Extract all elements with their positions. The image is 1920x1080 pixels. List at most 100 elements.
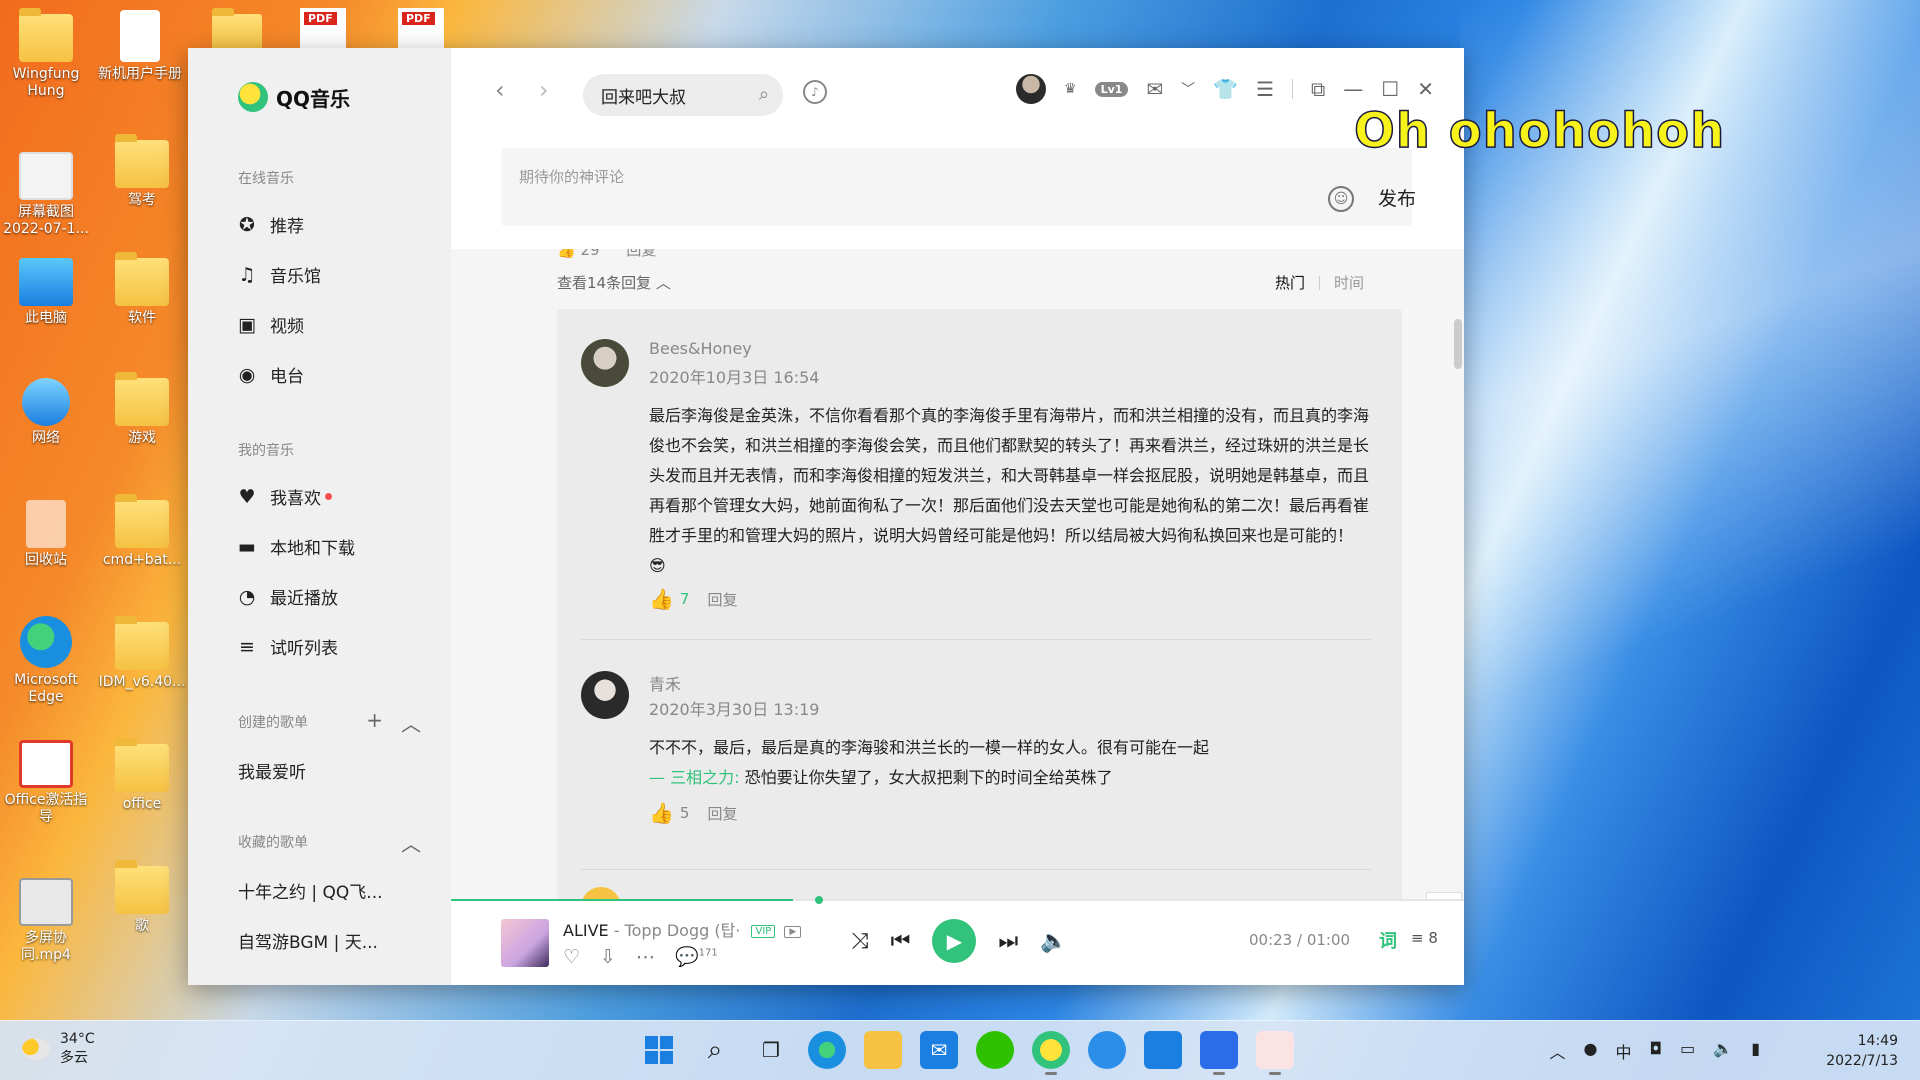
- search-input[interactable]: 回来吧大叔 ⌕: [583, 74, 783, 116]
- desktop-icon-songs[interactable]: 歌: [98, 860, 186, 935]
- clock[interactable]: 14:49 2022/7/13: [1826, 1031, 1898, 1071]
- pdf-file-icon[interactable]: PDF: [398, 8, 444, 50]
- download-icon[interactable]: ⇩: [600, 946, 616, 968]
- weather-widget[interactable]: 34°C 多云: [22, 1031, 95, 1067]
- desktop-icon-recycle[interactable]: 回收站: [2, 500, 90, 569]
- sidebar-item-recent[interactable]: ◔ 最近播放: [236, 584, 338, 610]
- wechat-icon[interactable]: [976, 1031, 1014, 1069]
- reply-username[interactable]: 青禾: [649, 671, 681, 695]
- desktop-icon-idm[interactable]: IDM_v6.40...: [98, 616, 186, 691]
- back-to-top-button[interactable]: ︿: [1426, 892, 1462, 899]
- sidebar-item-music-hall[interactable]: ♫ 音乐馆: [236, 262, 321, 288]
- search-icon[interactable]: ⌕: [696, 1031, 734, 1069]
- comment-icon[interactable]: 💬171: [675, 945, 718, 968]
- avatar[interactable]: [581, 671, 629, 719]
- mail-icon[interactable]: ✉: [920, 1031, 958, 1069]
- skin-shirt-icon[interactable]: 👕: [1213, 77, 1238, 101]
- more-icon[interactable]: ⋯: [636, 946, 655, 968]
- qq-music-icon[interactable]: [1032, 1031, 1070, 1075]
- desktop-icon-office-guide[interactable]: Office激活指导: [2, 740, 90, 826]
- progress-thumb[interactable]: [815, 896, 824, 904]
- search-icon[interactable]: ⌕: [759, 84, 769, 105]
- mail-icon[interactable]: ✉: [1146, 77, 1163, 101]
- desktop-icon-manual[interactable]: 新机用户手册: [96, 10, 184, 83]
- battery-icon[interactable]: ▮: [1751, 1039, 1760, 1063]
- app-store-icon[interactable]: [1144, 1031, 1182, 1069]
- app-logo[interactable]: QQ音乐: [238, 82, 350, 112]
- collapse-icon[interactable]: ︿: [401, 828, 421, 857]
- folder-icon[interactable]: [212, 8, 262, 50]
- shuffle-icon[interactable]: ⤨: [851, 929, 869, 954]
- lyrics-button[interactable]: 词: [1379, 927, 1397, 953]
- volume-icon[interactable]: 🔈: [1040, 929, 1067, 954]
- heart-icon[interactable]: ♡: [563, 946, 580, 968]
- tab-hot[interactable]: 热门: [1275, 272, 1305, 293]
- like-button[interactable]: 👍 5: [649, 801, 689, 825]
- desktop-icon-software[interactable]: 软件: [98, 252, 186, 327]
- reply-link[interactable]: 回复: [707, 803, 737, 824]
- sidebar-item-video[interactable]: ▣ 视频: [236, 312, 304, 338]
- desktop-icon-jiakao[interactable]: 驾考: [98, 134, 186, 209]
- sidebar-item-favorites[interactable]: ♥ 我喜欢: [236, 484, 332, 509]
- comment-input[interactable]: 期待你的神评论: [501, 148, 1412, 226]
- play-queue-button[interactable]: ≡ 8: [1411, 929, 1438, 947]
- quoted-user[interactable]: — 三相之力:: [649, 768, 739, 787]
- desktop-icon-office[interactable]: office: [98, 738, 186, 813]
- task-view-icon[interactable]: ❐: [752, 1031, 790, 1069]
- view-replies-toggle[interactable]: 查看14条回复 ︿: [557, 272, 671, 293]
- reply-username[interactable]: Bees&Honey: [649, 339, 752, 358]
- desktop-icon-games[interactable]: 游戏: [98, 372, 186, 447]
- start-button[interactable]: [640, 1031, 678, 1069]
- avatar[interactable]: [581, 339, 629, 387]
- desktop-icon-network[interactable]: 网络: [2, 378, 90, 447]
- like-button[interactable]: 👍 7: [649, 587, 689, 611]
- sidebar-item-trial-list[interactable]: ≡ 试听列表: [236, 634, 338, 660]
- desktop-icon-this-pc[interactable]: 此电脑: [2, 258, 90, 327]
- sidebar-item-local-download[interactable]: ▬ 本地和下载: [236, 534, 355, 560]
- song-title[interactable]: ALIVE: [563, 921, 609, 940]
- edge-icon[interactable]: [808, 1031, 846, 1069]
- thumb-up-icon[interactable]: 👍: [557, 249, 576, 259]
- sidebar-item-recommend[interactable]: ✪ 推荐: [236, 212, 304, 238]
- desktop-lyrics[interactable]: Oh ohohohoh: [1353, 102, 1725, 160]
- song-artist[interactable]: - Topp Dogg (탑·: [609, 921, 741, 940]
- emoji-icon[interactable]: ☺: [1328, 186, 1354, 212]
- reply-link[interactable]: 回复: [626, 249, 656, 259]
- menu-icon[interactable]: ☰: [1256, 77, 1274, 101]
- playlist-item[interactable]: 自驾游BGM | 天...: [238, 928, 378, 953]
- chevron-up-icon[interactable]: ︿: [1549, 1039, 1565, 1063]
- chevron-down-icon[interactable]: ﹀: [1181, 79, 1195, 99]
- network-icon[interactable]: ▭: [1680, 1039, 1695, 1063]
- tab-time[interactable]: 时间: [1334, 272, 1364, 293]
- desktop-icon-edge[interactable]: Microsoft Edge: [2, 616, 90, 706]
- sidebar-item-radio[interactable]: ◉ 电台: [236, 362, 304, 388]
- desktop-icon-cmd[interactable]: cmd+bat...: [98, 494, 186, 569]
- playlist-item[interactable]: 十年之约 | QQ飞...: [238, 878, 383, 903]
- mini-mode-icon[interactable]: ⧉: [1311, 77, 1325, 101]
- input-method-icon[interactable]: 中: [1615, 1039, 1631, 1063]
- close-icon[interactable]: ✕: [1417, 77, 1434, 101]
- previous-icon[interactable]: ⏮: [891, 929, 911, 954]
- qq-tray-icon[interactable]: ◘: [1649, 1039, 1662, 1063]
- desktop-icon-video[interactable]: 多屏协同.mp4: [2, 878, 90, 964]
- reply-link[interactable]: 回复: [707, 589, 737, 610]
- avatar[interactable]: [1016, 74, 1046, 104]
- snipping-tool-icon[interactable]: [1256, 1031, 1294, 1075]
- forward-arrow-icon[interactable]: ›: [539, 76, 549, 104]
- vip-crown-icon[interactable]: ♛: [1064, 81, 1077, 97]
- chat-icon[interactable]: [1088, 1031, 1126, 1069]
- publish-button[interactable]: 发布: [1378, 184, 1416, 211]
- album-cover[interactable]: [501, 919, 549, 967]
- minimize-icon[interactable]: —: [1343, 77, 1363, 101]
- play-button[interactable]: ▶: [932, 919, 977, 963]
- add-playlist-icon[interactable]: +: [366, 708, 383, 737]
- collapse-icon[interactable]: ︿: [401, 708, 421, 737]
- feishu-icon[interactable]: [1200, 1031, 1238, 1075]
- level-badge[interactable]: Lv1: [1094, 81, 1129, 97]
- file-explorer-icon[interactable]: [864, 1031, 902, 1069]
- back-arrow-icon[interactable]: ‹: [495, 76, 505, 104]
- next-icon[interactable]: ⏭: [998, 929, 1018, 954]
- mv-badge[interactable]: ▶: [784, 925, 802, 938]
- qq-music-tray-icon[interactable]: ●: [1584, 1039, 1598, 1063]
- desktop-icon-screenshot[interactable]: 屏幕截图 2022-07-1...: [2, 152, 90, 238]
